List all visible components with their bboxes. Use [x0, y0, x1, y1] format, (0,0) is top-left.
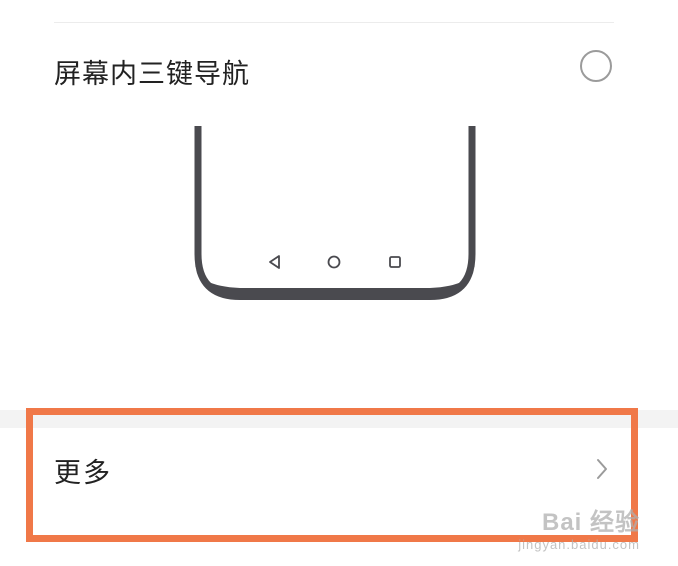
chevron-right-icon [597, 459, 607, 479]
radio-button[interactable] [580, 50, 612, 82]
recents-icon [389, 256, 401, 268]
back-icon [269, 255, 280, 269]
watermark: Bai 经验 jingyan.baidu.com [518, 502, 640, 552]
option-three-key-navigation[interactable]: 屏幕内三键导航 [0, 24, 678, 112]
top-divider [54, 22, 614, 23]
watermark-url: jingyan.baidu.com [518, 537, 640, 552]
home-icon [327, 255, 341, 269]
navigation-settings-screen: 屏幕内三键导航 更多 Bai 经验 jingyan.baidu.com [0, 0, 678, 566]
watermark-brand: Bai 经验 [541, 509, 640, 536]
phone-frame-outline [194, 126, 476, 300]
more-label: 更多 [54, 458, 112, 489]
option-label: 屏幕内三键导航 [54, 59, 250, 90]
section-gap [0, 410, 678, 428]
navigation-preview [194, 126, 476, 300]
phone-bottom-bezel [195, 264, 475, 300]
